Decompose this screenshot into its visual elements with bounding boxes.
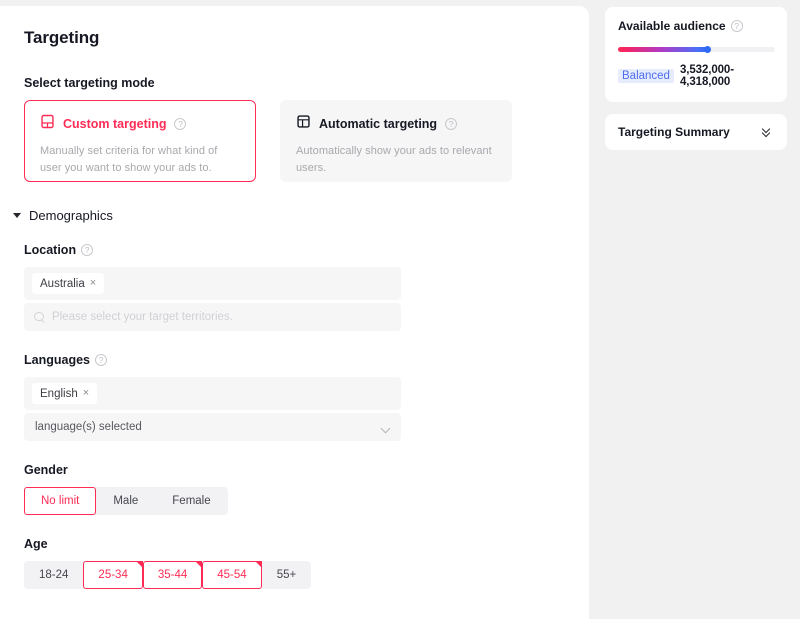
age-segmented-control: 18-24 25-34 35-44 45-54 55+ [24, 561, 312, 589]
audience-range-value: 3,532,000-4,318,000 [679, 64, 734, 88]
age-label: Age [24, 537, 565, 551]
mode-card-custom-title: Custom targeting [63, 117, 167, 131]
double-chevron-down-icon[interactable] [761, 124, 774, 138]
location-tag: Australia × [32, 273, 105, 294]
language-tag: English × [32, 383, 98, 404]
gender-segmented-control: No limit Male Female [24, 487, 228, 515]
remove-tag-icon[interactable]: × [83, 388, 89, 399]
languages-label-text: Languages [24, 353, 90, 367]
audience-summary-row: Balanced 3,532,000-4,318,000 [618, 64, 774, 88]
languages-select-value: language(s) selected [35, 421, 142, 433]
location-tag-box[interactable]: Australia × [24, 267, 401, 300]
mode-card-custom-header: Custom targeting ? [40, 114, 240, 134]
available-audience-title: Available audience ? [618, 19, 774, 33]
languages-field-group: Languages ? English × language(s) select… [24, 353, 565, 441]
gender-option-no-limit[interactable]: No limit [24, 487, 97, 515]
help-icon[interactable]: ? [445, 118, 458, 130]
languages-label: Languages ? [24, 353, 565, 367]
mode-card-automatic-targeting[interactable]: Automatic targeting ? Automatically show… [280, 100, 512, 182]
age-field-group: Age 18-24 25-34 35-44 45-54 55+ [24, 537, 565, 589]
mode-card-custom-description: Manually set criteria for what kind of u… [40, 145, 218, 175]
language-tag-label: English [40, 387, 78, 400]
location-field-group: Location ? Australia × Please select you… [24, 243, 565, 331]
targeting-page: Targeting Select targeting mode Custom t… [0, 0, 800, 619]
languages-tag-box[interactable]: English × [24, 377, 401, 410]
search-icon [34, 311, 45, 323]
caret-down-icon [13, 213, 21, 218]
available-audience-card: Available audience ? Balanced 3,532,000-… [605, 7, 787, 102]
audience-slider-handle[interactable] [704, 46, 712, 53]
location-tag-label: Australia [40, 277, 85, 290]
help-icon[interactable]: ? [174, 118, 187, 130]
help-icon[interactable]: ? [95, 354, 107, 366]
mode-card-automatic-header: Automatic targeting ? [296, 114, 496, 134]
custom-targeting-icon [40, 114, 55, 134]
available-audience-title-text: Available audience [618, 19, 726, 33]
side-panel: Available audience ? Balanced 3,532,000-… [605, 7, 787, 150]
age-option-55-plus[interactable]: 55+ [262, 561, 312, 589]
gender-option-male[interactable]: Male [96, 487, 155, 515]
mode-card-automatic-title: Automatic targeting [319, 117, 438, 131]
gender-label: Gender [24, 463, 565, 477]
age-option-45-54[interactable]: 45-54 [202, 561, 263, 589]
help-icon[interactable]: ? [81, 244, 94, 256]
location-label-text: Location [24, 243, 77, 257]
gender-option-female[interactable]: Female [155, 487, 227, 515]
age-option-25-34[interactable]: 25-34 [83, 561, 144, 589]
targeting-mode-label-text: Select targeting mode [24, 76, 155, 90]
location-search-input[interactable]: Please select your target territories. [24, 303, 401, 331]
targeting-summary-card[interactable]: Targeting Summary [605, 114, 787, 150]
help-icon[interactable]: ? [730, 20, 743, 32]
automatic-targeting-icon [296, 114, 311, 134]
mode-card-custom-targeting[interactable]: Custom targeting ? Manually set criteria… [24, 100, 256, 182]
gender-field-group: Gender No limit Male Female [24, 463, 565, 515]
age-option-35-44[interactable]: 35-44 [142, 561, 203, 589]
audience-status-badge: Balanced [618, 69, 674, 83]
demographics-title: Demographics [29, 208, 113, 223]
audience-slider-fill [618, 47, 708, 52]
demographics-section-toggle[interactable]: Demographics [13, 208, 565, 223]
languages-select[interactable]: language(s) selected [24, 413, 401, 441]
page-title: Targeting [24, 28, 100, 47]
remove-tag-icon[interactable]: × [90, 278, 96, 289]
chevron-down-icon [381, 425, 390, 430]
targeting-mode-options: Custom targeting ? Manually set criteria… [24, 100, 565, 182]
gender-label-text: Gender [24, 463, 68, 477]
audience-slider[interactable] [618, 46, 775, 53]
targeting-mode-label: Select targeting mode [24, 76, 565, 90]
age-label-text: Age [24, 537, 48, 551]
age-option-18-24[interactable]: 18-24 [24, 561, 83, 589]
mode-card-automatic-description: Automatically show your ads to relevant … [296, 145, 492, 175]
targeting-summary-title: Targeting Summary [618, 125, 730, 139]
location-search-placeholder: Please select your target territories. [52, 311, 233, 323]
main-content-panel: Targeting Select targeting mode Custom t… [0, 6, 589, 619]
location-label: Location ? [24, 243, 565, 257]
